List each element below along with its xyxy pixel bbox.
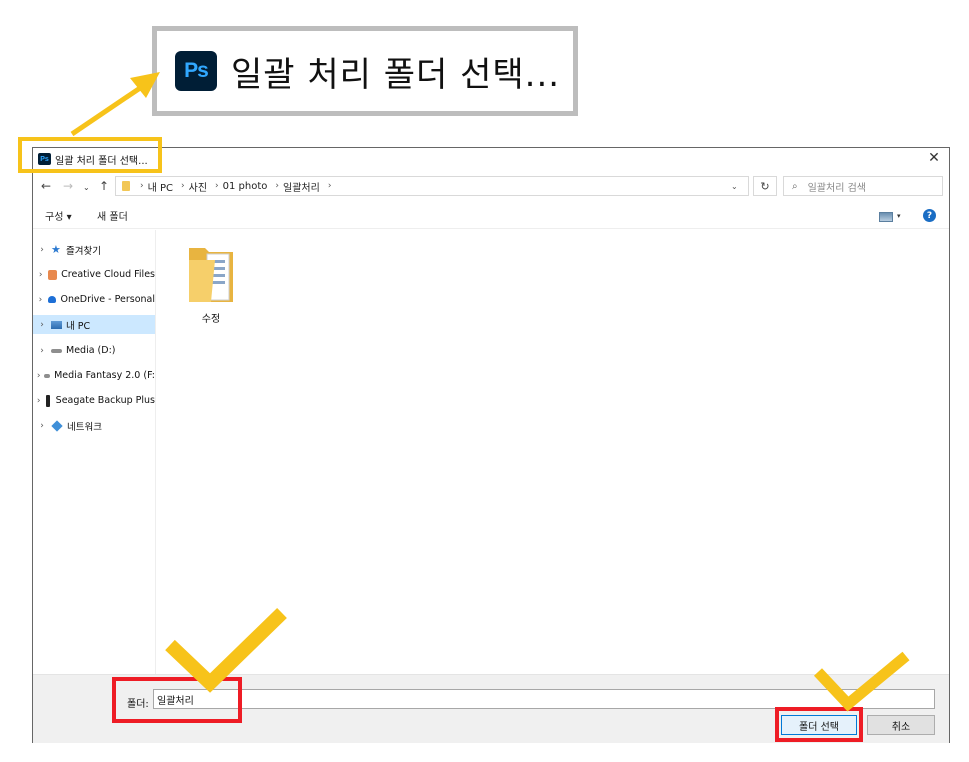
onedrive-cloud-icon — [47, 296, 57, 303]
sidebar-item-label: Creative Cloud Files — [61, 269, 155, 280]
star-icon: ★ — [51, 243, 61, 256]
view-icon[interactable] — [879, 212, 893, 222]
refresh-button[interactable]: ↻ — [753, 176, 777, 196]
search-icon: ⌕ — [792, 180, 798, 192]
sidebar-item-label: Seagate Backup Plus — [55, 395, 155, 406]
search-input[interactable]: ⌕ 일괄처리 검색 — [783, 176, 943, 196]
sidebar-item-favorites[interactable]: › ★ 즐겨찾기 — [33, 240, 155, 259]
check-mark-icon — [165, 607, 287, 693]
check-mark-icon — [813, 651, 910, 712]
breadcrumb-item[interactable]: 01 photo — [223, 181, 268, 192]
breadcrumb-item[interactable]: 일괄처리 — [283, 179, 320, 194]
new-folder-button[interactable]: 새 폴더 — [97, 208, 128, 223]
expand-arrow-icon[interactable]: › — [35, 346, 49, 356]
sidebar-item-network[interactable]: › 네트워크 — [33, 416, 155, 435]
sidebar-item-label: OneDrive - Personal — [60, 294, 155, 305]
sidebar-item-onedrive[interactable]: › OneDrive - Personal — [33, 290, 155, 309]
breadcrumb-item[interactable]: 내 PC — [148, 179, 173, 194]
address-bar[interactable]: › 내 PC › 사진 › 01 photo › 일괄처리 › — [115, 176, 749, 196]
expand-arrow-icon[interactable]: › — [35, 245, 49, 255]
expand-arrow-icon[interactable]: › — [35, 371, 42, 381]
chevron-down-icon[interactable]: ▾ — [897, 212, 901, 220]
drive-icon — [44, 373, 51, 378]
expand-arrow-icon[interactable]: › — [35, 295, 46, 305]
cancel-button[interactable]: 취소 — [867, 715, 935, 735]
creative-cloud-icon — [48, 269, 58, 280]
pc-icon — [51, 320, 62, 329]
close-button[interactable]: ✕ — [925, 150, 943, 166]
folder-icon — [122, 181, 130, 191]
folder-item-label[interactable]: 수정 — [185, 310, 237, 325]
breadcrumb-separator[interactable]: › — [215, 181, 219, 191]
organize-menu[interactable]: 구성 ▾ — [45, 208, 72, 223]
sidebar-item-label: Media Fantasy 2.0 (F: — [54, 370, 155, 381]
sidebar-item-media-d[interactable]: › Media (D:) — [33, 341, 155, 360]
drive-icon — [51, 348, 62, 353]
breadcrumb-separator[interactable]: › — [275, 181, 279, 191]
breadcrumb-separator[interactable]: › — [181, 181, 185, 191]
up-button[interactable]: ↑ — [99, 179, 109, 193]
usb-drive-icon — [46, 394, 50, 407]
network-icon — [51, 419, 63, 432]
search-placeholder: 일괄처리 검색 — [807, 182, 866, 194]
breadcrumb-separator[interactable]: › — [328, 181, 332, 191]
title-highlight — [18, 137, 162, 173]
sidebar-item-label: 네트워크 — [67, 421, 102, 433]
sidebar-item-this-pc[interactable]: › 내 PC — [33, 315, 155, 334]
expand-arrow-icon[interactable]: › — [35, 421, 49, 431]
title-bar: Ps 일괄 처리 폴더 선택... ✕ — [33, 148, 949, 172]
sidebar-item-creative-cloud[interactable]: › Creative Cloud Files — [33, 265, 155, 284]
sidebar-item-seagate[interactable]: › Seagate Backup Plus — [33, 391, 155, 410]
expand-arrow-icon[interactable]: › — [35, 396, 42, 406]
forward-button[interactable]: → — [63, 179, 73, 193]
command-bar: 구성 ▾ 새 폴더 ▾ ? — [33, 202, 949, 229]
back-button[interactable]: ← — [41, 179, 51, 193]
sidebar-item-media-fantasy[interactable]: › Media Fantasy 2.0 (F: — [33, 366, 155, 385]
navigation-bar: ← → ⌄ ↑ › 내 PC › 사진 › 01 photo › 일괄처리 › … — [33, 174, 949, 200]
expand-arrow-icon[interactable]: › — [35, 320, 49, 330]
expand-arrow-icon[interactable]: › — [35, 270, 46, 280]
help-icon[interactable]: ? — [923, 209, 936, 222]
chevron-down-icon[interactable]: ⌄ — [731, 182, 738, 191]
recent-locations-button[interactable]: ⌄ — [83, 183, 90, 192]
folder-icon[interactable] — [185, 240, 237, 306]
navigation-pane: › ★ 즐겨찾기 › Creative Cloud Files › OneDri… — [33, 230, 156, 674]
breadcrumb-separator[interactable]: › — [140, 181, 144, 191]
sidebar-item-label: 내 PC — [66, 320, 91, 332]
sidebar-item-label: Media (D:) — [66, 345, 116, 356]
breadcrumb-item[interactable]: 사진 — [189, 179, 207, 194]
sidebar-item-label: 즐겨찾기 — [66, 245, 101, 257]
